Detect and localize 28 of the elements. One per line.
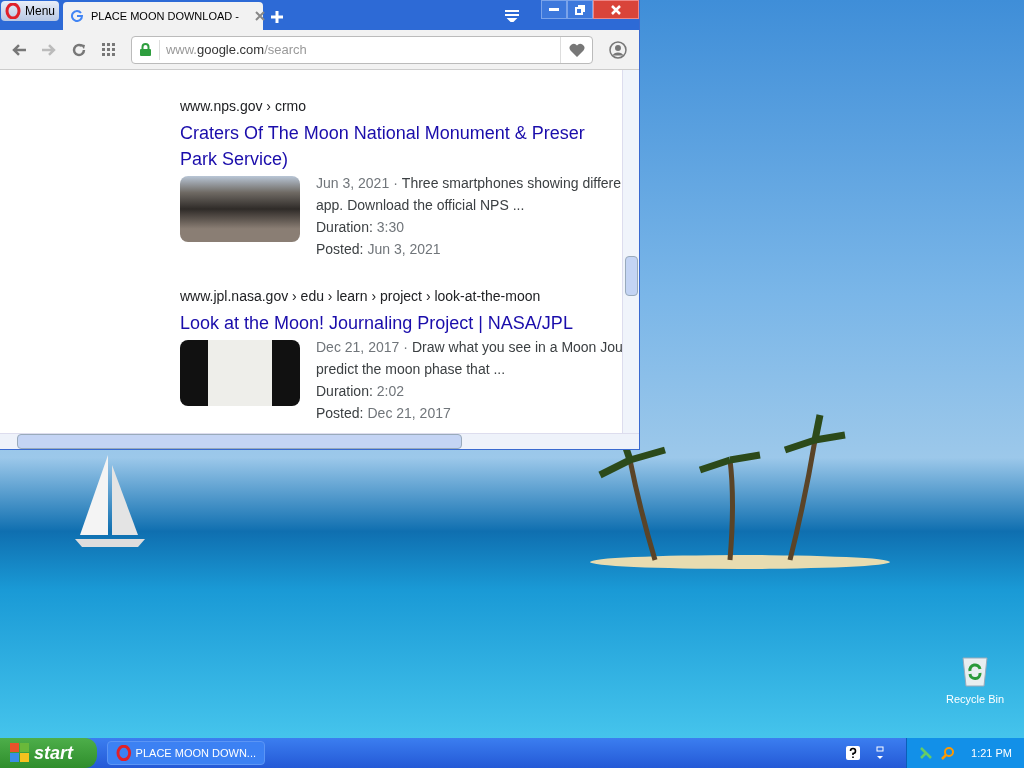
result-title-link[interactable]: Craters Of The Moon National Monument & Preser [180, 120, 622, 146]
clock: 1:21 PM [971, 745, 1012, 761]
result-snippet: predict the moon phase that ... [316, 360, 507, 379]
posted-label: Posted: [316, 404, 364, 423]
url-text: www.google.com/search [158, 39, 560, 60]
posted-value: Jun 3, 2021 [367, 240, 441, 259]
result-snippet: Three smartphones showing differe [401, 174, 622, 193]
tab-title: PLACE MOON DOWNLOAD - [91, 8, 239, 24]
separator-dot: · [393, 174, 398, 193]
browser-tab[interactable]: PLACE MOON DOWNLOAD - [63, 2, 264, 30]
result-snippet: app. Download the official NPS ... [316, 196, 526, 215]
result-date: Jun 3, 2021 [316, 174, 390, 193]
result-title-link[interactable]: Park Service) [180, 146, 289, 172]
result-breadcrumb: www.jpl.nasa.gov › edu › learn › project › look-at-the-moon [180, 287, 542, 306]
menu-button[interactable]: Menu [1, 1, 60, 21]
separator-dot: · [403, 338, 408, 357]
address-bar[interactable]: www.google.com/search [130, 35, 593, 64]
duration-label: Duration: [316, 382, 373, 401]
posted-value: Dec 21, 2017 [367, 404, 451, 423]
duration-value: 3:30 [376, 218, 405, 237]
posted-label: Posted: [316, 240, 364, 259]
result-date: Dec 21, 2017 [316, 338, 400, 357]
result-breadcrumb: www.nps.gov › crmo [180, 97, 308, 116]
duration-label: Duration: [316, 218, 373, 237]
result-title-link[interactable]: Look at the Moon! Journaling Project | NASA/JPL [180, 310, 622, 336]
taskbar-task[interactable]: PLACE MOON DOWN... [107, 741, 265, 765]
duration-value: 2:02 [376, 382, 405, 401]
result-snippet: Draw what you see in a Moon Jou [411, 338, 622, 357]
